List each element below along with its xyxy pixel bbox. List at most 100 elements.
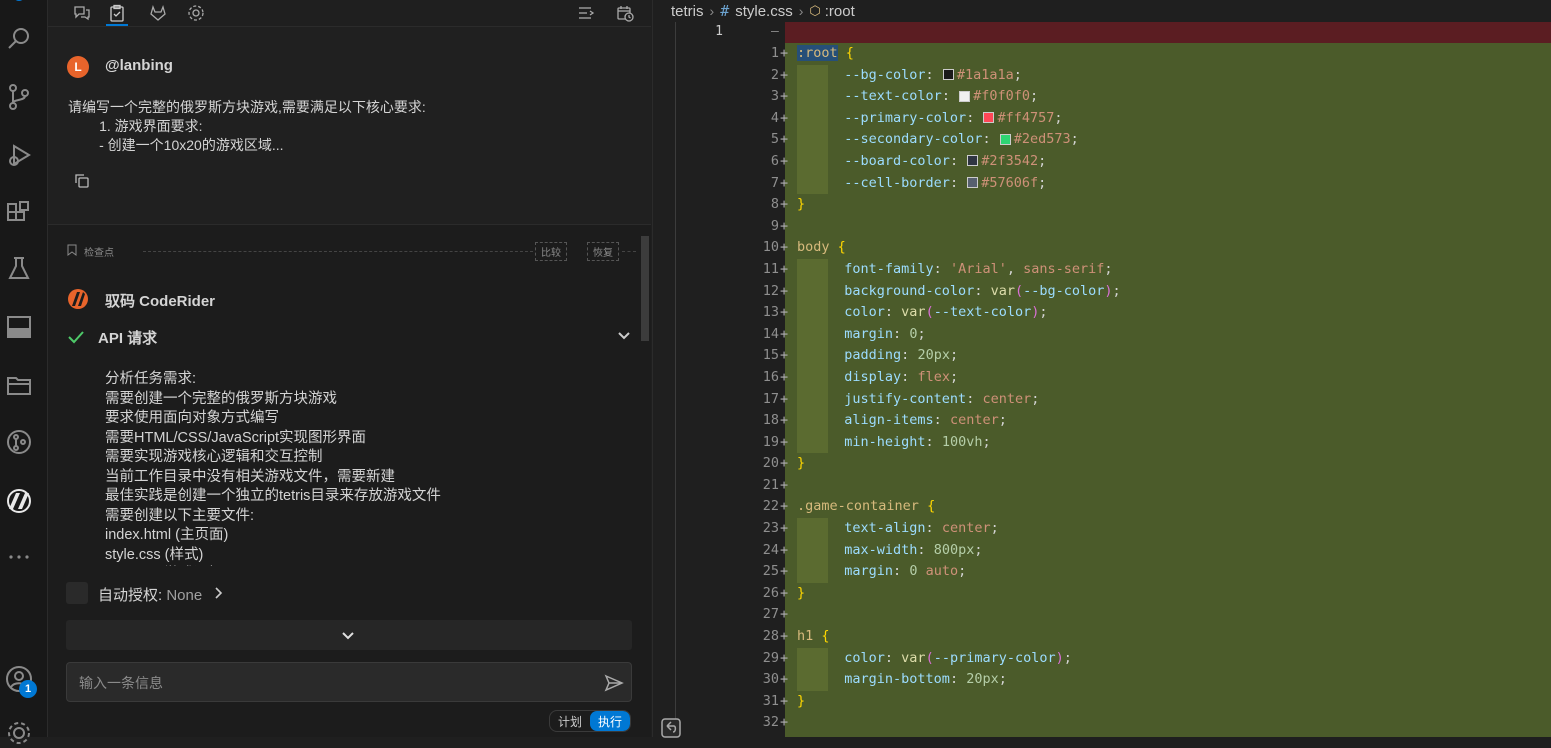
code-line: 17 + justify-content: center; (741, 388, 1551, 411)
check-icon (68, 331, 84, 344)
line-number: 31 (762, 692, 779, 709)
testing-icon[interactable] (4, 254, 34, 284)
line-number: 21 (762, 476, 779, 493)
user-message-text: 请编写一个完整的俄罗斯方块游戏,需要满足以下核心要求: 1. 游戏界面要求: -… (68, 99, 426, 153)
history-list-icon[interactable] (575, 2, 597, 24)
code-area[interactable]: 1 +:root { 2 + --bg-color: #1a1a1a; 3 + --t… (741, 43, 1551, 734)
send-icon[interactable] (604, 673, 624, 693)
task-icon[interactable] (106, 2, 128, 26)
symbol-icon: ⬡ (809, 3, 821, 18)
code-line: 25 + margin: 0 auto; (741, 561, 1551, 583)
extensions-icon[interactable] (4, 198, 34, 228)
chevron-down-icon (342, 632, 354, 640)
code-token: var (990, 282, 1015, 299)
folder-icon[interactable] (4, 370, 34, 400)
code-token: #ff4757 (997, 109, 1055, 126)
run-debug-icon[interactable] (4, 140, 34, 170)
explorer-icon[interactable] (4, 0, 34, 18)
code-token: margin-bottom (844, 671, 950, 688)
code-line: 18 + align-items: center; (741, 410, 1551, 432)
original-line-number: 1 (715, 24, 723, 39)
plan-mode-button[interactable]: 计划 (550, 711, 590, 731)
line-number: 32 (762, 714, 779, 731)
copy-icon[interactable] (73, 172, 91, 190)
code-line: 9 + (741, 216, 1551, 238)
coderider-icon[interactable] (4, 486, 34, 516)
analysis-text: 分析任务需求: 需要创建一个完整的俄罗斯方块游戏 要求使用面向对象方式编写 需要… (105, 371, 441, 563)
auto-approve-label[interactable]: 自动授权: None (98, 584, 202, 605)
chat-icon[interactable] (71, 2, 93, 24)
code-token: margin (844, 325, 894, 342)
code-token: --board-color (844, 152, 950, 169)
line-number: 12 (762, 282, 779, 299)
search-icon[interactable] (4, 24, 34, 54)
line-number: 11 (762, 260, 779, 277)
diff-left-gutter (653, 22, 676, 737)
breadcrumb-file[interactable]: style.css (735, 3, 793, 20)
execute-mode-button[interactable]: 执行 (590, 711, 631, 731)
panel-scrollbar[interactable] (641, 236, 649, 341)
code-line: 24 + max-width: 800px; (741, 539, 1551, 562)
code-line: 20 +} (741, 453, 1551, 475)
code-line: 21 + (741, 475, 1551, 497)
line-number: 28 (762, 628, 779, 645)
chevron-right-icon[interactable] (212, 585, 226, 601)
source-control-icon[interactable] (4, 82, 34, 112)
expand-bar[interactable] (66, 620, 632, 650)
color-swatch[interactable] (967, 155, 979, 167)
code-line: 31 +} (741, 691, 1551, 713)
line-number: 19 (762, 433, 779, 450)
panel-tabs (48, 0, 651, 27)
color-swatch[interactable] (967, 177, 979, 189)
code-token: 20px (917, 347, 950, 364)
line-number: 1 (770, 45, 779, 61)
account-badge: 1 (19, 680, 37, 698)
code-token: center (949, 412, 999, 429)
code-token: center (941, 520, 991, 537)
code-line: 2 + --bg-color: #1a1a1a; (741, 64, 1551, 87)
code-line: 15 + padding: 20px; (741, 345, 1551, 367)
gitlab-icon[interactable] (147, 2, 169, 24)
color-swatch[interactable] (959, 90, 971, 102)
code-token: --secondary-color (844, 131, 983, 148)
code-token: font-family (844, 260, 934, 277)
line-number: 7 (770, 174, 779, 191)
message-input[interactable] (77, 663, 591, 703)
color-swatch[interactable] (999, 133, 1011, 145)
line-number: 25 (762, 563, 779, 580)
color-swatch[interactable] (942, 69, 954, 81)
breadcrumb-folder[interactable]: tetris (671, 3, 704, 20)
gear-icon[interactable] (185, 2, 207, 24)
code-line: 19 + min-height: 100vh; (741, 431, 1551, 454)
chevron-down-icon[interactable] (615, 326, 633, 344)
breadcrumb-symbol[interactable]: :root (825, 3, 855, 20)
code-line: 12 + background-color: var(--bg-color); (741, 280, 1551, 303)
auto-approve-checkbox[interactable] (66, 582, 88, 604)
editor: tetris › # style.css › ⬡ :root 1 — 1 +:ro… (652, 0, 1551, 738)
restore-button[interactable]: 恢复 (587, 242, 619, 261)
code-line: 5 + --secondary-color: #2ed573; (741, 129, 1551, 151)
revert-icon[interactable] (661, 718, 681, 738)
compare-button[interactable]: 比较 (535, 242, 567, 261)
code-line: 27 + (741, 604, 1551, 626)
code-token: sans-serif (1023, 260, 1105, 277)
line-number: 20 (762, 455, 779, 472)
panel-icon[interactable] (4, 312, 34, 342)
color-swatch[interactable] (983, 112, 995, 124)
calendar-history-icon[interactable] (614, 2, 636, 24)
code-token: --bg-color (1023, 282, 1105, 299)
code-token: #1a1a1a (956, 66, 1014, 83)
more-icon[interactable] (4, 542, 34, 572)
code-token: var (901, 304, 926, 321)
manage-gear-icon[interactable] (4, 718, 34, 748)
line-number: 9 (770, 217, 779, 234)
code-token: 'Arial' (949, 260, 1007, 277)
code-token: display (844, 368, 902, 385)
code-token: margin (844, 563, 894, 580)
code-line: 10 + body { (741, 237, 1551, 259)
line-number: 29 (762, 649, 779, 666)
git-graph-icon[interactable] (4, 427, 34, 457)
line-number: 15 (762, 347, 779, 364)
message-input-box (66, 662, 632, 703)
code-line: 30 + margin-bottom: 20px; (741, 669, 1551, 691)
